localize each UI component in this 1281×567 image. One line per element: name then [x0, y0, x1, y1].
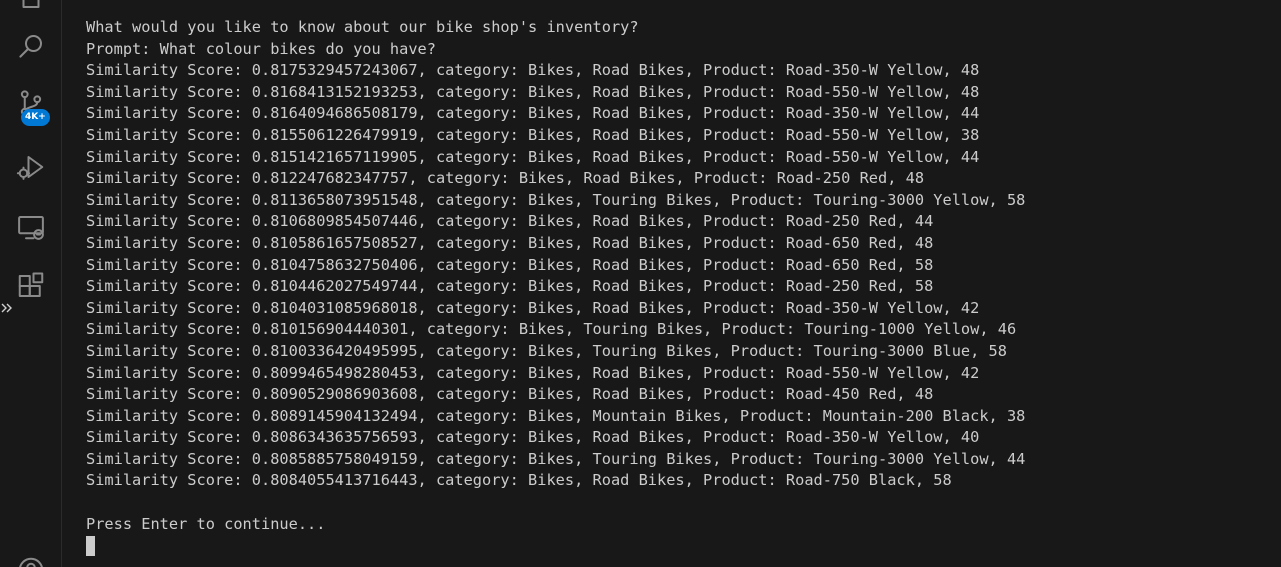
- similarity-result-line: Similarity Score: 0.8085885758049159, ca…: [86, 449, 1026, 468]
- similarity-result-line: Similarity Score: 0.8175329457243067, ca…: [86, 61, 980, 80]
- results-list: Similarity Score: 0.8175329457243067, ca…: [86, 60, 1281, 492]
- similarity-result-line: Similarity Score: 0.8113658073951548, ca…: [86, 190, 1026, 209]
- explorer-icon[interactable]: [14, 0, 48, 14]
- similarity-result-line: Similarity Score: 0.8106809854507446, ca…: [86, 212, 934, 231]
- run-and-debug-icon[interactable]: [14, 150, 48, 184]
- extensions-icon[interactable]: [14, 269, 48, 303]
- similarity-result-line: Similarity Score: 0.8099465498280453, ca…: [86, 363, 980, 382]
- similarity-result-line: Similarity Score: 0.8164094686508179, ca…: [86, 104, 980, 123]
- vscode-window: 4K+ What would you like to know about ou…: [0, 0, 1281, 567]
- similarity-result-line: Similarity Score: 0.8168413152193253, ca…: [86, 82, 980, 101]
- activity-bar: 4K+: [0, 0, 62, 567]
- input-line[interactable]: [86, 535, 1281, 557]
- similarity-result-line: Similarity Score: 0.8151421657119905, ca…: [86, 147, 980, 166]
- remote-explorer-icon[interactable]: [14, 210, 48, 244]
- search-icon[interactable]: [14, 29, 48, 63]
- similarity-result-line: Similarity Score: 0.8089145904132494, ca…: [86, 406, 1026, 425]
- accounts-icon[interactable]: [14, 553, 48, 567]
- terminal-cursor: [86, 536, 95, 557]
- terminal-panel[interactable]: What would you like to know about our bi…: [62, 0, 1281, 567]
- similarity-result-line: Similarity Score: 0.8086343635756593, ca…: [86, 428, 980, 447]
- similarity-result-line: Similarity Score: 0.8084055413716443, ca…: [86, 471, 952, 490]
- similarity-result-line: Similarity Score: 0.8105861657508527, ca…: [86, 233, 934, 252]
- similarity-result-line: Similarity Score: 0.8104462027549744, ca…: [86, 277, 934, 296]
- similarity-result-line: Similarity Score: 0.810156904440301, cat…: [86, 320, 1017, 339]
- similarity-result-line: Similarity Score: 0.8104031085968018, ca…: [86, 298, 980, 317]
- terminal-prompt-line: Prompt: What colour bikes do you have?: [86, 39, 436, 58]
- similarity-result-line: Similarity Score: 0.8090529086903608, ca…: [86, 385, 934, 404]
- similarity-result-line: Similarity Score: 0.812247682347757, cat…: [86, 169, 925, 188]
- terminal-question-line: What would you like to know about our bi…: [86, 18, 639, 36]
- expand-panel-chevron-icon[interactable]: [0, 300, 14, 316]
- similarity-result-line: Similarity Score: 0.8104758632750406, ca…: [86, 255, 934, 274]
- similarity-result-line: Similarity Score: 0.8100336420495995, ca…: [86, 341, 1007, 360]
- press-enter-line: Press Enter to continue...: [86, 514, 326, 533]
- similarity-result-line: Similarity Score: 0.8155061226479919, ca…: [86, 125, 980, 144]
- source-control-badge: 4K+: [21, 109, 50, 126]
